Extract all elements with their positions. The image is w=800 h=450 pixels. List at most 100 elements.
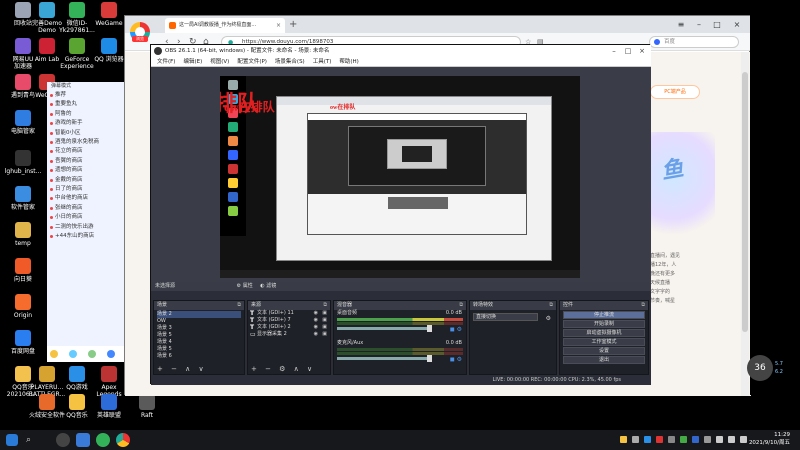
properties-button[interactable]: ⚙ 属性 xyxy=(237,283,253,289)
folder-icon[interactable] xyxy=(76,433,90,447)
chat-list-item[interactable]: +44东山的商店 xyxy=(47,232,124,241)
control-button[interactable]: 开始录制 xyxy=(563,320,645,328)
desktop-icon[interactable]: Origin xyxy=(0,294,46,319)
eye-icon[interactable]: ◉ xyxy=(314,317,318,324)
tray-icon[interactable] xyxy=(692,436,699,443)
tray-icon[interactable] xyxy=(632,436,639,443)
network-icon[interactable] xyxy=(716,436,723,443)
obs-close-button[interactable]: × xyxy=(635,45,649,57)
obs-menu-item[interactable]: 视图(V) xyxy=(210,57,229,67)
browser-tab[interactable]: 这一局AI调教版播_作为终极直面... × xyxy=(165,18,285,33)
tray-icon[interactable] xyxy=(656,436,663,443)
start-icon[interactable] xyxy=(6,434,18,446)
desktop-icon[interactable]: temp xyxy=(0,222,46,247)
obs-maximize-button[interactable]: □ xyxy=(621,45,635,57)
preview-canvas[interactable]: ow在排队 ow在排队 ow在排队 xyxy=(220,76,580,278)
scene-item[interactable]: OW xyxy=(157,318,241,325)
chat-list-item[interactable]: 遗想的商店 xyxy=(47,166,124,175)
obs-menu-item[interactable]: 工具(T) xyxy=(313,57,332,67)
chat-list-item[interactable]: 金戴的商店 xyxy=(47,176,124,185)
scene-item[interactable]: 场景 4 xyxy=(157,339,241,346)
obs-menu-item[interactable]: 配置文件(P) xyxy=(237,57,267,67)
share-icon[interactable] xyxy=(88,350,97,358)
obs-minimize-button[interactable]: – xyxy=(607,45,621,57)
mic-icon[interactable] xyxy=(69,350,78,358)
chat-list-item[interactable]: 张继的商店 xyxy=(47,204,124,213)
chat-list-item[interactable]: 阿鲁的 xyxy=(47,110,124,119)
eye-icon[interactable]: ◉ xyxy=(314,324,318,331)
volume-slider[interactable] xyxy=(337,355,433,362)
lock-icon[interactable]: ▣ xyxy=(322,317,327,324)
pc-badge[interactable]: PC端产品 xyxy=(650,85,700,99)
source-item[interactable]: T 文本 (GDI+) 7 ◉ ▣ xyxy=(248,317,330,324)
obs-taskbar-icon[interactable] xyxy=(56,433,70,447)
desktop-icon[interactable]: Raft xyxy=(124,394,170,419)
control-button[interactable]: 退出 xyxy=(563,356,645,364)
browser-logo-icon[interactable]: 浏览 xyxy=(130,22,150,42)
control-button[interactable]: 工作室模式 xyxy=(563,338,645,346)
obs-menu-item[interactable]: 帮助(H) xyxy=(339,57,358,67)
chat-list-item[interactable]: 吾翼的商店 xyxy=(47,157,124,166)
search-icon[interactable]: ⌕ xyxy=(26,433,40,447)
eye-icon[interactable]: ◉ xyxy=(314,331,318,338)
obs-menu-item[interactable]: 编辑(E) xyxy=(183,57,202,67)
control-button[interactable]: 启动虚拟摄像机 xyxy=(563,329,645,337)
emoji-icon[interactable] xyxy=(50,350,58,358)
lock-icon[interactable]: ▣ xyxy=(322,324,327,331)
chat-list-item[interactable]: 二测的快乐出游 xyxy=(47,223,124,232)
gift-icon[interactable] xyxy=(107,350,116,358)
minimize-button[interactable]: – xyxy=(691,18,707,31)
volume-icon[interactable] xyxy=(728,436,735,443)
filters-button[interactable]: ◐ 滤镜 xyxy=(260,283,276,289)
source-item[interactable]: T 文本 (GDI+) 2 ◉ ▣ xyxy=(248,324,330,331)
menu-icon[interactable]: ≡ xyxy=(673,18,689,31)
chrome-icon[interactable] xyxy=(116,433,130,447)
scene-item[interactable]: 场景 5 xyxy=(157,346,241,353)
chat-list-item[interactable]: 小日的商店 xyxy=(47,213,124,222)
control-button[interactable]: 停止推流 xyxy=(563,311,645,319)
scenes-dock-toolbar[interactable]: + − ∧ ∨ xyxy=(154,365,244,374)
scene-item[interactable]: 场景 6 xyxy=(157,353,241,360)
page-scrollbar[interactable] xyxy=(741,52,749,396)
scene-item[interactable]: 场景 5 xyxy=(157,332,241,339)
obs-menu-item[interactable]: 场景集合(S) xyxy=(275,57,305,67)
obs-menu-item[interactable]: 文件(F) xyxy=(157,57,175,67)
control-button[interactable]: 设置 xyxy=(563,347,645,355)
scene-item[interactable]: 场景 2 xyxy=(157,311,241,318)
chat-list-item[interactable]: 日了的商店 xyxy=(47,185,124,194)
new-tab-button[interactable]: + xyxy=(289,18,297,31)
desktop-icon[interactable]: lghub_inst... xyxy=(0,150,46,175)
volume-slider[interactable] xyxy=(337,325,433,332)
ime-icon[interactable] xyxy=(740,436,747,443)
chat-list-item[interactable]: 推荐 xyxy=(47,91,124,100)
speaker-icon[interactable]: ◼ ⚙ xyxy=(450,326,462,333)
desktop-icon[interactable]: 百度网盘 xyxy=(0,330,46,355)
chat-list-item[interactable]: 重要鱼丸 xyxy=(47,100,124,109)
scene-item[interactable]: 场景 3 xyxy=(157,325,241,332)
lock-icon[interactable]: ▣ xyxy=(322,331,327,338)
chat-list-item[interactable]: 游戏的新手 xyxy=(47,119,124,128)
tray-icon[interactable] xyxy=(704,436,711,443)
sources-dock-toolbar[interactable]: + − ⚙ ∧ ∨ xyxy=(248,365,330,374)
tray-icon[interactable] xyxy=(644,436,651,443)
desktop-icon[interactable]: 电脑管家 xyxy=(0,110,46,135)
chat-list-item[interactable]: 花立的商店 xyxy=(47,147,124,156)
close-tab-icon[interactable]: × xyxy=(276,18,281,33)
chat-list-item[interactable]: 中台他的商店 xyxy=(47,194,124,203)
maximize-button[interactable]: □ xyxy=(709,18,725,31)
tray-icon[interactable] xyxy=(620,436,627,443)
lock-icon[interactable]: ▣ xyxy=(322,310,327,317)
tray-icon[interactable] xyxy=(680,436,687,443)
desktop-icon[interactable]: 向日葵 xyxy=(0,258,46,283)
source-item[interactable]: T 文本 (GDI+) 11 ◉ ▣ xyxy=(248,310,330,317)
clock[interactable]: 11:29 2021/9/10/周五 xyxy=(749,432,790,447)
gear-icon[interactable]: ⚙ xyxy=(546,315,551,322)
transition-select[interactable]: 直接切换 xyxy=(473,313,538,321)
close-button[interactable]: × xyxy=(729,18,745,31)
eye-icon[interactable]: ◉ xyxy=(314,310,318,317)
wechat-icon[interactable] xyxy=(96,433,110,447)
chat-list-item[interactable]: 酒鬼的泉水免税商 xyxy=(47,138,124,147)
source-item[interactable]: ▭ 显示器采集 2 ◉ ▣ xyxy=(248,331,330,338)
viewer-bubble[interactable]: 36 xyxy=(747,355,773,381)
tray-icon[interactable] xyxy=(668,436,675,443)
